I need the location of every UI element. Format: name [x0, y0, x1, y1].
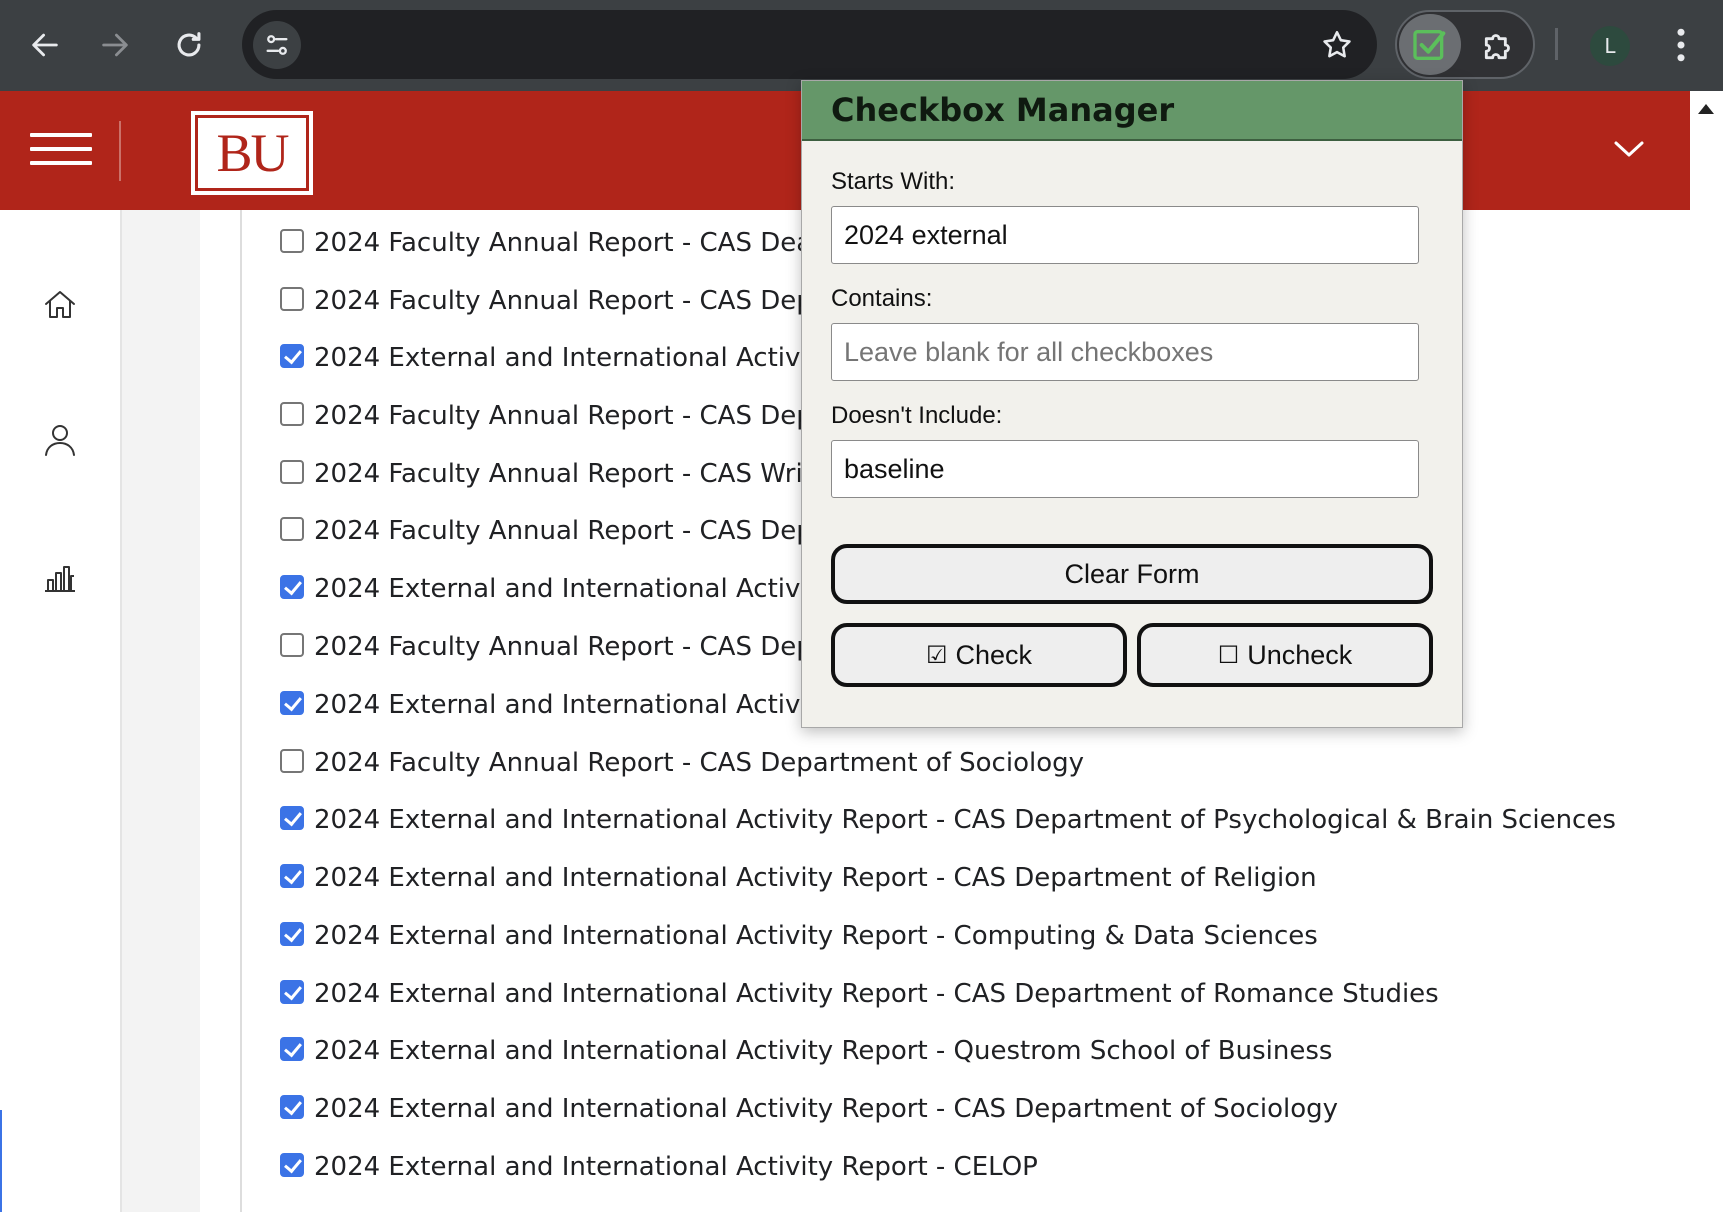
- scroll-up-arrow[interactable]: [1698, 104, 1714, 114]
- card-divider: [240, 210, 242, 1212]
- checkbox-label: 2024 Faculty Annual Report - CAS Dean: [314, 228, 829, 258]
- checkbox-row[interactable]: 2024 External and International Activity…: [280, 1031, 1332, 1071]
- checkbox-checked[interactable]: [280, 344, 304, 368]
- arrow-right-icon: [102, 33, 128, 57]
- checkbox-row[interactable]: 2024 Faculty Annual Report - CAS Depa: [280, 396, 829, 436]
- checkbox-label: 2024 Faculty Annual Report - CAS Writir: [314, 459, 831, 489]
- extension-area: [1395, 10, 1535, 79]
- account-chevron-icon[interactable]: [1613, 137, 1645, 161]
- checkbox-row[interactable]: 2024 Faculty Annual Report - CAS Depa: [280, 627, 829, 667]
- checkbox-label: 2024 External and International Activity: [314, 343, 834, 373]
- checkbox-row[interactable]: 2024 External and International Activity: [280, 338, 833, 378]
- checkbox-manager-icon: [1413, 29, 1446, 60]
- checkbox-row[interactable]: 2024 Faculty Annual Report - CAS Depa: [280, 281, 829, 321]
- contains-input[interactable]: [831, 323, 1419, 381]
- checkbox-checked[interactable]: [280, 922, 304, 946]
- browser-menu-button[interactable]: [1665, 22, 1697, 68]
- arrow-left-icon: [32, 33, 58, 57]
- uncheck-button[interactable]: ☐ Uncheck: [1137, 623, 1433, 687]
- address-bar[interactable]: [242, 10, 1377, 79]
- checkbox-unchecked[interactable]: [280, 460, 304, 484]
- checkbox-label: 2024 External and International Activity…: [314, 1036, 1333, 1066]
- checkbox-label: 2024 Faculty Annual Report - CAS Depa: [314, 401, 829, 431]
- checked-box-icon: ☑: [925, 641, 948, 669]
- kebab-menu-icon: [1677, 28, 1685, 62]
- checkbox-unchecked[interactable]: [280, 633, 304, 657]
- checkbox-row[interactable]: 2024 External and International Activity…: [280, 974, 1439, 1014]
- checkbox-checked[interactable]: [280, 691, 304, 715]
- checkbox-label: 2024 Faculty Annual Report - CAS Depa: [314, 286, 829, 316]
- reload-button[interactable]: [158, 14, 220, 76]
- profile-avatar[interactable]: L: [1590, 26, 1630, 66]
- clear-form-button[interactable]: Clear Form: [831, 544, 1433, 604]
- checkbox-checked[interactable]: [280, 575, 304, 599]
- check-button[interactable]: ☑ Check: [831, 623, 1127, 687]
- checkbox-checked[interactable]: [280, 1095, 304, 1119]
- checkbox-label: 2024 External and International Activity…: [314, 805, 1616, 835]
- back-button[interactable]: [14, 14, 76, 76]
- check-label: Check: [955, 639, 1033, 670]
- checkbox-row[interactable]: 2024 External and International Activity…: [280, 1089, 1338, 1129]
- browser-toolbar: L: [0, 0, 1723, 91]
- checkbox-label: 2024 External and International Activity…: [314, 1094, 1339, 1124]
- checkbox-unchecked[interactable]: [280, 517, 304, 541]
- bu-logo-label: BU: [198, 118, 306, 188]
- page-scrollbar[interactable]: [1690, 91, 1723, 1212]
- empty-box-icon: ☐: [1217, 641, 1240, 669]
- checkbox-unchecked[interactable]: [280, 749, 304, 773]
- forward-button[interactable]: [84, 14, 146, 76]
- doesnt-include-input[interactable]: [831, 440, 1419, 498]
- doesnt-include-label: Doesn't Include:: [831, 402, 1003, 429]
- puzzle-icon: [1484, 34, 1510, 60]
- user-icon[interactable]: [40, 420, 80, 460]
- checkbox-label: 2024 Faculty Annual Report - CAS Departm…: [314, 748, 1085, 778]
- checkbox-row[interactable]: 2024 External and International Activity…: [280, 858, 1317, 898]
- checkbox-label: 2024 External and International Activity…: [314, 863, 1317, 893]
- checkbox-checked[interactable]: [280, 1037, 304, 1061]
- checkbox-row[interactable]: 2024 External and International Activity: [280, 569, 833, 609]
- toolbar-divider: [1555, 28, 1558, 60]
- uncheck-label: Uncheck: [1247, 639, 1353, 670]
- checkbox-label: 2024 External and International Activity: [314, 574, 834, 604]
- popup-title: Checkbox Manager: [802, 81, 1462, 141]
- reload-icon: [177, 32, 201, 57]
- clear-form-label: Clear Form: [1064, 558, 1200, 589]
- checkbox-label: 2024 External and International Activity…: [314, 921, 1318, 951]
- checkbox-label: 2024 External and International Activity…: [314, 979, 1439, 1009]
- header-divider-line: [119, 121, 121, 181]
- checkbox-checked[interactable]: [280, 864, 304, 888]
- checkbox-manager-extension-button[interactable]: [1399, 14, 1461, 75]
- checkbox-checked[interactable]: [280, 980, 304, 1004]
- checkbox-row[interactable]: 2024 Faculty Annual Report - CAS Writir: [280, 454, 831, 494]
- checkbox-manager-popup: Checkbox Manager Starts With: Contains: …: [801, 80, 1463, 728]
- checkbox-label: 2024 Faculty Annual Report - CAS Depa: [314, 516, 829, 546]
- side-navigation: [0, 210, 122, 1212]
- starts-with-input[interactable]: [831, 206, 1419, 264]
- checkbox-label: 2024 External and International Activity…: [314, 1152, 1038, 1182]
- checkbox-unchecked[interactable]: [280, 287, 304, 311]
- checkbox-checked[interactable]: [280, 806, 304, 830]
- checkbox-row[interactable]: 2024 External and International Activity…: [280, 1147, 1038, 1187]
- bookmark-star-button[interactable]: [1317, 25, 1357, 65]
- bar-chart-icon[interactable]: [40, 556, 80, 596]
- checkbox-row[interactable]: 2024 External and International Activity…: [280, 916, 1318, 956]
- checkbox-label: 2024 Faculty Annual Report - CAS Depa: [314, 632, 829, 662]
- page-edge-line: [0, 1110, 2, 1212]
- checkbox-unchecked[interactable]: [280, 229, 304, 253]
- extensions-button[interactable]: [1477, 23, 1521, 67]
- checkbox-unchecked[interactable]: [280, 402, 304, 426]
- checkbox-row[interactable]: 2024 Faculty Annual Report - CAS Dean: [280, 223, 829, 263]
- tune-icon: [266, 35, 288, 55]
- checkbox-row[interactable]: 2024 Faculty Annual Report - CAS Departm…: [280, 743, 1084, 783]
- hamburger-menu-button[interactable]: [30, 133, 92, 169]
- bu-logo-link[interactable]: BU: [191, 111, 313, 195]
- contains-label: Contains:: [831, 285, 933, 312]
- site-info-button[interactable]: [253, 21, 301, 69]
- star-icon: [1323, 30, 1351, 58]
- home-icon[interactable]: [40, 285, 80, 325]
- checkbox-checked[interactable]: [280, 1153, 304, 1177]
- checkbox-row[interactable]: 2024 Faculty Annual Report - CAS Depa: [280, 511, 829, 551]
- checkbox-row[interactable]: 2024 External and International Activity…: [280, 800, 1616, 840]
- starts-with-label: Starts With:: [831, 168, 956, 195]
